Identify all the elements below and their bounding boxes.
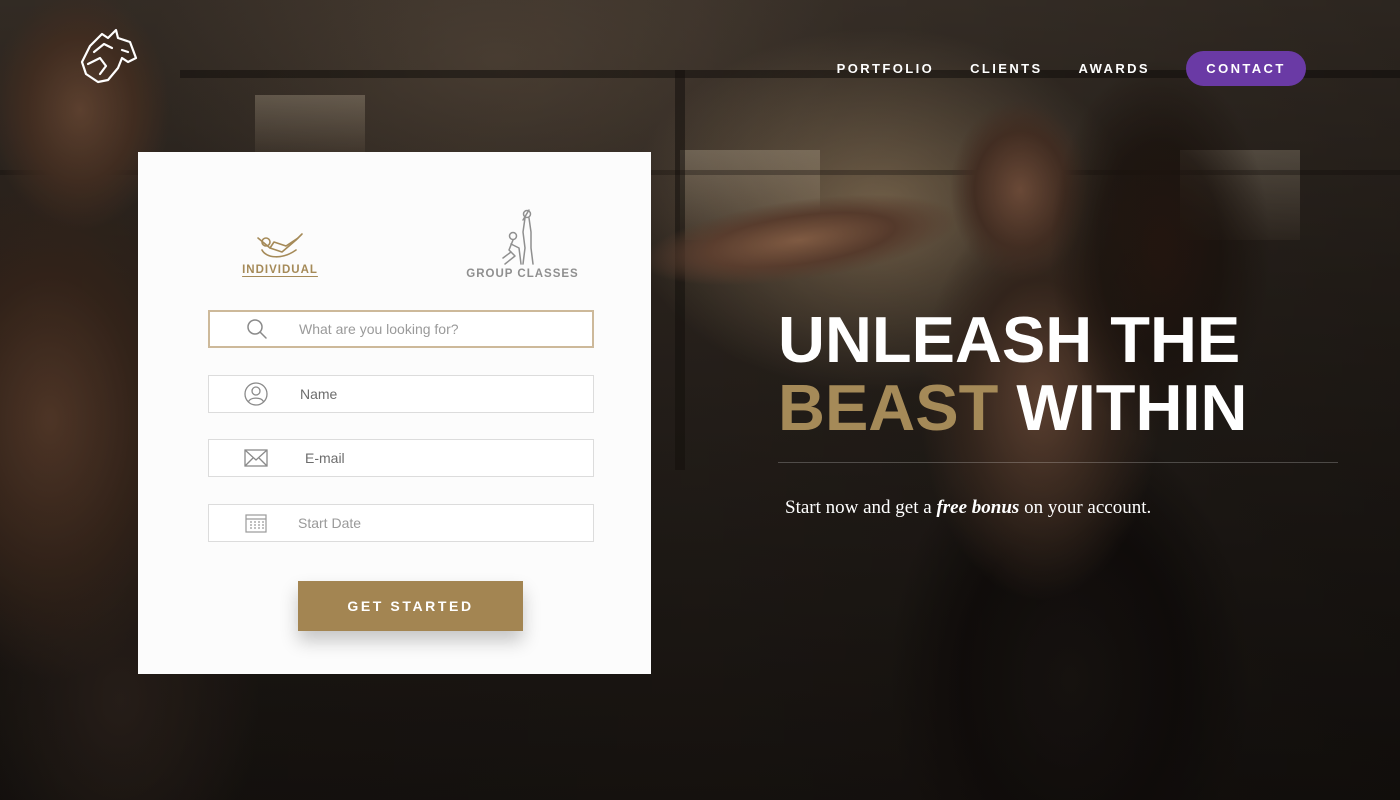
contact-button[interactable]: CONTACT	[1186, 50, 1306, 86]
start-date-field[interactable]	[208, 504, 594, 542]
hero-line-2: BEAST WITHIN	[778, 374, 1338, 442]
nav-link-awards[interactable]: AWARDS	[1079, 61, 1150, 76]
signup-card: INDIVIDUAL GROUP CLASSES What are you lo…	[138, 152, 651, 674]
tab-group-classes[interactable]: GROUP CLASSES	[460, 208, 585, 280]
hero-line-2-rest: WITHIN	[1016, 371, 1248, 444]
hero-accent-word: BEAST	[778, 371, 999, 444]
main-nav: PORTFOLIO CLIENTS AWARDS CONTACT	[837, 50, 1306, 86]
get-started-button[interactable]: GET STARTED	[298, 581, 523, 631]
hero-subtitle: Start now and get a free bonus on your a…	[785, 497, 1151, 519]
nav-link-clients[interactable]: CLIENTS	[970, 61, 1042, 76]
horse-head-icon[interactable]	[78, 28, 140, 86]
user-icon	[244, 382, 268, 406]
hero-subtitle-end: on your account.	[1024, 497, 1152, 518]
hero-divider	[778, 462, 1338, 463]
hero-subtitle-emphasis: free bonus	[936, 497, 1020, 518]
email-field[interactable]	[208, 439, 594, 477]
nav-link-portfolio[interactable]: PORTFOLIO	[837, 61, 934, 76]
hero-heading: UNLEASH THE BEAST WITHIN	[778, 306, 1338, 442]
name-input[interactable]	[298, 378, 572, 410]
email-input[interactable]	[303, 442, 577, 474]
search-field[interactable]	[208, 310, 594, 348]
envelope-icon	[244, 446, 268, 470]
name-field[interactable]	[208, 375, 594, 413]
search-icon	[245, 317, 269, 341]
tab-individual-label: INDIVIDUAL	[242, 264, 318, 276]
situp-person-icon	[230, 228, 330, 262]
hero-subtitle-start: Start now and get a	[785, 497, 932, 518]
tab-group-classes-label: GROUP CLASSES	[466, 268, 579, 280]
search-input[interactable]	[297, 313, 571, 345]
group-exercise-icon	[460, 208, 585, 266]
tab-individual[interactable]: INDIVIDUAL	[230, 228, 330, 276]
hero-line-1: UNLEASH THE	[778, 303, 1241, 376]
landing-page: PORTFOLIO CLIENTS AWARDS CONTACT INDIVID…	[0, 0, 1400, 800]
start-date-input[interactable]	[296, 507, 570, 539]
calendar-icon	[244, 511, 268, 535]
